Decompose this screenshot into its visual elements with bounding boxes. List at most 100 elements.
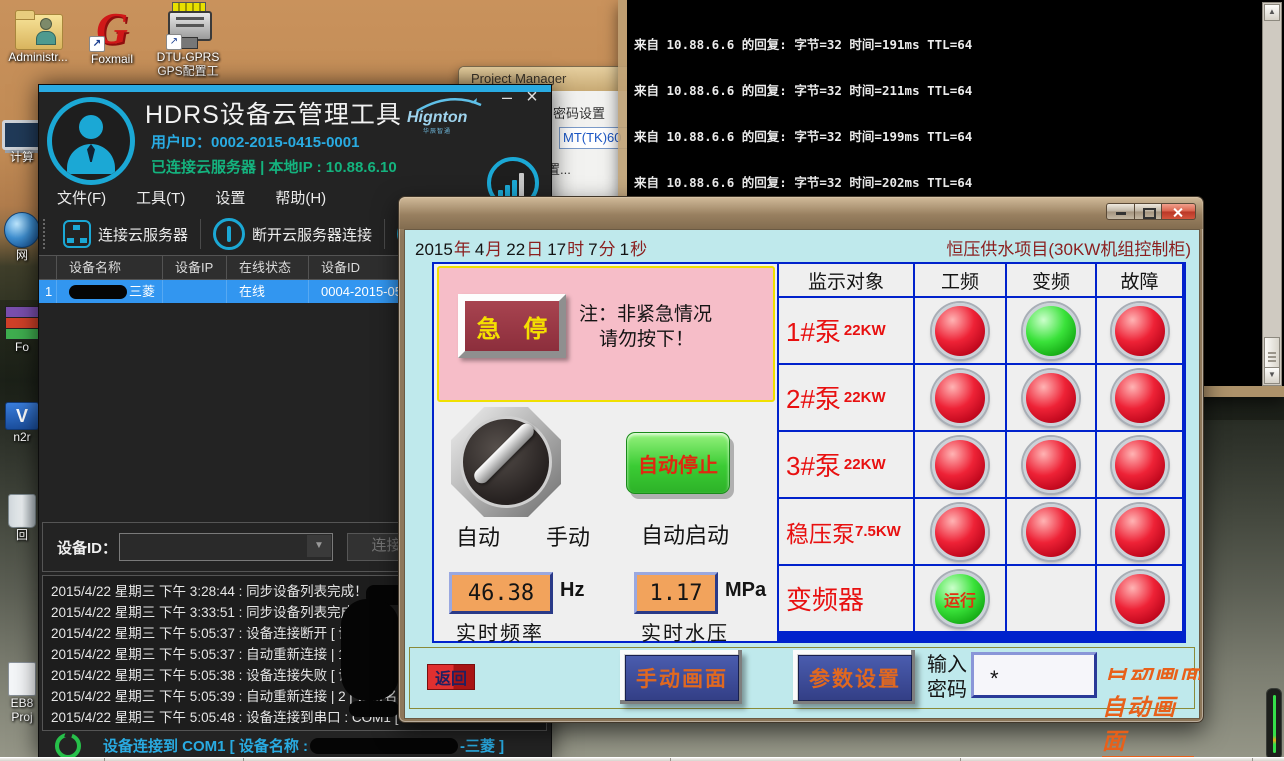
status-light xyxy=(932,303,988,359)
ping-line: 来自 10.88.6.6 的回复: 字节=32 时间=199ms TTL=64 xyxy=(634,129,1234,144)
back-button[interactable]: 返回 xyxy=(427,664,475,690)
device-id-combobox[interactable]: ▼ xyxy=(119,533,333,561)
menu-settings[interactable]: 设置 xyxy=(215,187,245,208)
manual-screen-button[interactable]: 手动画面 xyxy=(620,650,742,704)
auto-manual-knob[interactable] xyxy=(451,407,561,517)
password-input[interactable] xyxy=(971,652,1097,698)
pressure-caption: 实时水压 xyxy=(641,617,729,646)
close-button[interactable]: × xyxy=(521,87,543,109)
indicator-cell xyxy=(1097,499,1182,564)
books-stack-icon xyxy=(5,306,39,340)
status-light xyxy=(1023,303,1079,359)
frequency-caption: 实时频率 xyxy=(456,617,544,646)
status-light xyxy=(932,504,988,560)
ghost-text: 自动画面 xyxy=(1102,688,1194,757)
icon-label: DTU-GPRS xyxy=(156,50,220,64)
icon-label: Foxmail xyxy=(80,52,144,66)
hdrs-window-title: HDRS设备云管理工具 xyxy=(145,95,402,131)
indicator-cell xyxy=(1097,432,1182,497)
menu-help[interactable]: 帮助(H) xyxy=(275,187,326,208)
shortcut-arrow-icon: ↗ xyxy=(166,34,182,50)
sidebar-gadget xyxy=(1266,688,1282,760)
indicator-cell xyxy=(1097,365,1182,430)
desktop-icon-administrator[interactable]: Administr... xyxy=(6,4,70,64)
icon-label: Administr... xyxy=(6,50,70,64)
monitor-header: 变频 xyxy=(1007,264,1095,296)
pressure-display: 1.17 xyxy=(634,572,718,614)
row-number: 1 xyxy=(39,280,56,303)
device-id-label: 设备ID： xyxy=(57,537,117,558)
document-icon xyxy=(8,662,36,696)
indicator-cell xyxy=(1007,566,1095,631)
status-light xyxy=(1112,504,1168,560)
desktop-icon-foxmail[interactable]: G ↗ Foxmail xyxy=(80,4,144,66)
hmi-main-area: 急 停 注：非紧急情况 请勿按下！ 自动 手动 自动停止 自动启动 46. xyxy=(432,262,1186,643)
hmi-bottom-bar: 返回 手动画面 参数设置 输入 密码 自动画面 自动画面 xyxy=(409,647,1195,709)
hmi-control-panel: 急 停 注：非紧急情况 请勿按下！ 自动 手动 自动停止 自动启动 46. xyxy=(434,264,779,641)
toolbar-drag-handle[interactable] xyxy=(43,219,51,249)
status-light xyxy=(932,370,988,426)
foxmail-icon: G ↗ xyxy=(87,6,137,52)
auto-stop-button[interactable]: 自动停止 xyxy=(626,432,730,494)
param-settings-button[interactable]: 参数设置 xyxy=(793,650,915,704)
pump-label: 3#泵 22KW xyxy=(779,432,913,497)
hmi-project-title: 恒压供水项目(30KW机组控制柜) xyxy=(946,235,1191,260)
minimize-button[interactable]: – xyxy=(497,89,517,109)
scroll-down-icon[interactable]: ▼ xyxy=(1264,367,1280,384)
col-online-status: 在线状态 xyxy=(226,256,308,279)
knob-label-auto: 自动 xyxy=(456,520,500,552)
menu-file[interactable]: 文件(F) xyxy=(57,187,106,208)
ghost-text-clipped: 自动画面 xyxy=(1104,668,1200,680)
indicator-cell xyxy=(1097,566,1182,631)
emergency-stop-button[interactable]: 急 停 xyxy=(458,294,566,358)
folder-user-icon xyxy=(15,10,61,48)
icon-label-line2: GPS配置工 xyxy=(156,64,220,78)
ping-output: 来自 10.88.6.6 的回复: 字节=32 时间=191ms TTL=64 … xyxy=(634,6,1234,199)
shortcut-arrow-icon: ↗ xyxy=(89,36,105,52)
pump-label: 稳压泵 7.5KW xyxy=(779,499,913,564)
computer-icon xyxy=(2,120,42,150)
power-circle-icon xyxy=(213,218,245,250)
disconnect-cloud-button[interactable]: 断开云服务器连接 xyxy=(201,218,384,250)
indicator-cell xyxy=(915,432,1005,497)
desktop-icon-dtu-gprs[interactable]: ↗ DTU-GPRS GPS配置工 xyxy=(156,2,220,78)
hmi-titlebar[interactable] xyxy=(399,197,1203,229)
scroll-up-icon[interactable]: ▲ xyxy=(1264,4,1280,21)
globe-icon xyxy=(4,212,40,248)
serial-connector-icon: ↗ xyxy=(164,2,212,50)
status-light xyxy=(1112,571,1168,627)
console-scrollbar[interactable]: ▲ ▼ xyxy=(1262,2,1282,386)
taskbar-sliver[interactable] xyxy=(0,757,1284,761)
indicator-cell xyxy=(915,298,1005,363)
redaction xyxy=(69,285,127,299)
menu-tools[interactable]: 工具(T) xyxy=(136,187,185,208)
redaction xyxy=(349,701,399,717)
indicator-cell xyxy=(1007,365,1095,430)
col-device-ip: 设备IP xyxy=(162,256,226,279)
indicator-cell xyxy=(1007,499,1095,564)
user-avatar xyxy=(47,97,135,185)
monitor-header: 监示对象 xyxy=(779,264,913,296)
password-label: 输入 密码 xyxy=(927,653,967,703)
online-status-cell: 在线 xyxy=(226,280,308,303)
pump-label: 1#泵 22KW xyxy=(779,298,913,363)
auto-start-label: 自动启动 xyxy=(641,518,729,550)
estop-note: 注：非紧急情况 请勿按下！ xyxy=(579,302,712,352)
run-status-light: 运行 xyxy=(932,571,988,627)
chevron-down-icon[interactable]: ▼ xyxy=(307,535,331,557)
pump-label: 2#泵 22KW xyxy=(779,365,913,430)
gadget-level-bar xyxy=(1273,695,1276,753)
connect-cloud-button[interactable]: 连接云服务器 xyxy=(51,220,200,248)
status-text-suffix: -三菱 ] xyxy=(460,735,504,756)
maximize-button[interactable] xyxy=(1135,203,1162,220)
screen: Administr... G ↗ Foxmail ↗ DTU-GPRS GPS配… xyxy=(0,0,1284,761)
ping-line: 来自 10.88.6.6 的回复: 字节=32 时间=191ms TTL=64 xyxy=(634,37,1234,52)
status-light xyxy=(1112,303,1168,359)
estop-panel: 急 停 注：非紧急情况 请勿按下！ xyxy=(437,266,775,402)
indicator-cell xyxy=(915,499,1005,564)
run-label: 运行 xyxy=(944,587,976,611)
monitor-table: 监示对象 工频 变频 故障 1#泵 22KW 2#泵 22KW xyxy=(779,264,1184,641)
monitor-header: 工频 xyxy=(915,264,1005,296)
close-button[interactable] xyxy=(1162,203,1196,220)
minimize-button[interactable] xyxy=(1106,203,1135,220)
